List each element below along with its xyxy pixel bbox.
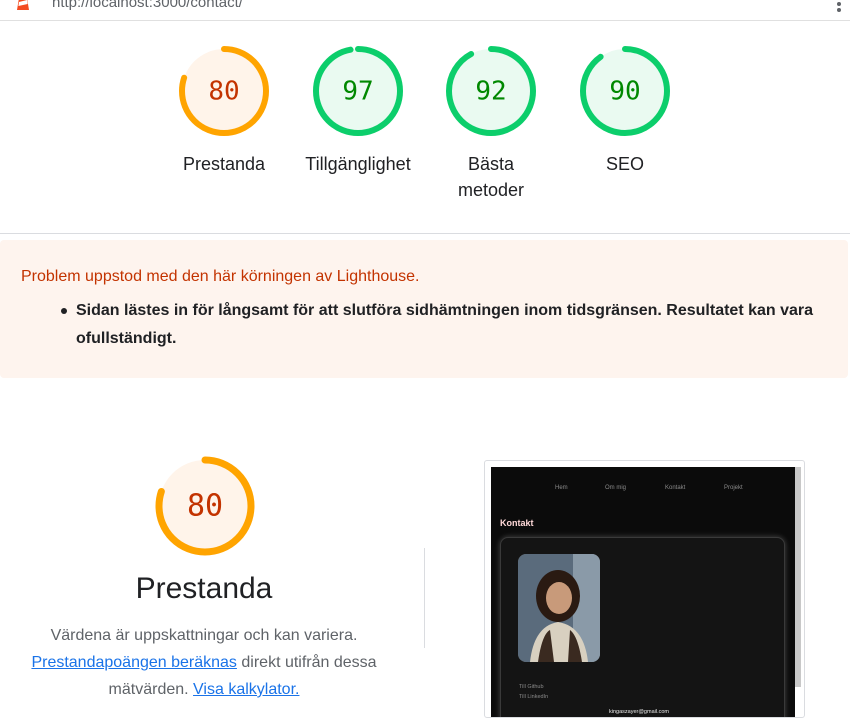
perf-desc-text: Värdena är uppskattningar och kan varier…	[50, 627, 358, 644]
gauge-label: Prestanda	[182, 154, 266, 174]
gauge-basta-metoder[interactable]: 92 Bästa metoder	[431, 45, 551, 203]
warning-item: Sidan lästes in för långsamt för att slu…	[61, 297, 816, 353]
section-divider	[0, 233, 850, 234]
performance-title: Prestanda	[135, 572, 273, 605]
perf-desc-text: direkt utifrån dessa	[236, 654, 377, 671]
gauge-ring: 80	[179, 46, 269, 136]
thumb-email: kingaszayer@gmail.com	[609, 709, 669, 715]
gauge-tillganglighet[interactable]: 97 Tillgänglighet	[298, 45, 418, 177]
performance-description: Värdena är uppskattningar och kan varier…	[0, 622, 408, 703]
gauge-label: Bästa metoder	[457, 154, 525, 200]
thumb-scrollbar	[795, 467, 801, 687]
gauge-score: 97	[342, 77, 373, 107]
screenshot-page: Hem Om mig Kontakt Projekt Kontakt Till …	[491, 467, 795, 717]
gauge-ring: 97	[313, 46, 403, 136]
warning-title: Problem uppstod med den här körningen av…	[21, 268, 420, 285]
runtime-warning: Problem uppstod med den här körningen av…	[0, 240, 848, 378]
performance-score: 80	[187, 489, 223, 524]
warning-list: Sidan lästes in för långsamt för att slu…	[61, 297, 816, 353]
perf-desc-text: mätvärden.	[108, 681, 194, 698]
thumb-linkedin-link: Till LinkedIn	[519, 694, 549, 700]
gauge-prestanda[interactable]: 80 Prestanda	[164, 45, 284, 177]
thumb-github-link: Till Github	[519, 684, 544, 690]
final-screenshot[interactable]: Hem Om mig Kontakt Projekt Kontakt Till …	[484, 460, 805, 718]
thumb-heading: Kontakt	[500, 518, 534, 528]
vertical-divider	[424, 548, 425, 648]
performance-gauge: 80	[155, 456, 255, 556]
gauge-score: 80	[208, 77, 239, 107]
thumb-nav-item: Projekt	[724, 485, 743, 491]
lighthouse-icon	[17, 0, 29, 10]
gauge-score: 92	[475, 77, 506, 107]
browser-url-bar: http://localhost:3000/contact/	[0, 0, 850, 21]
more-menu-icon[interactable]	[836, 0, 842, 14]
gauge-label: Tillgänglighet	[305, 154, 411, 174]
gauge-label: SEO	[605, 154, 644, 174]
score-gauges: 80 Prestanda 97 Tillgänglighet 92 Bästa …	[0, 45, 850, 235]
gauge-ring: 92	[446, 46, 536, 136]
gauge-score: 90	[609, 77, 640, 107]
score-calc-link[interactable]: Prestandapoängen beräknas	[31, 654, 237, 671]
profile-photo	[518, 554, 600, 662]
gauge-seo[interactable]: 90 SEO	[565, 45, 685, 177]
calculator-link[interactable]: Visa kalkylator.	[193, 681, 299, 698]
gauge-ring: 90	[580, 46, 670, 136]
thumb-nav-item: Hem	[555, 485, 568, 491]
url-text[interactable]: http://localhost:3000/contact/	[52, 0, 243, 11]
thumb-nav-item: Om mig	[605, 485, 626, 491]
thumb-nav-item: Kontakt	[665, 485, 686, 491]
